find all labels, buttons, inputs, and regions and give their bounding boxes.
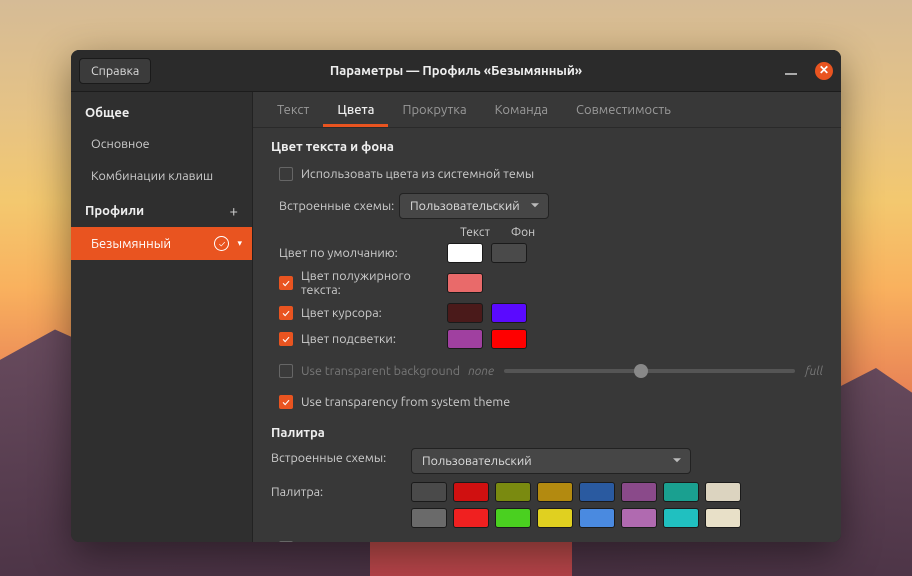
checkbox-system-transparency[interactable]: ✓ [279, 395, 293, 409]
palette-swatch-11[interactable] [537, 508, 573, 528]
tabs: Текст Цвета Прокрутка Команда Совместимо… [253, 92, 841, 128]
sidebar-item-shortcuts[interactable]: Комбинации клавиш [71, 160, 252, 192]
dropdown-builtin-scheme[interactable]: Пользовательский [399, 193, 549, 219]
section-text-bg: Цвет текста и фона [271, 140, 823, 154]
transparency-slider[interactable] [504, 369, 795, 373]
profile-menu-icon[interactable]: ▾ [237, 238, 242, 249]
palette-swatch-10[interactable] [495, 508, 531, 528]
label-palette-builtin: Встроенные схемы: [271, 448, 411, 465]
checkbox-use-system-colors[interactable] [279, 167, 293, 181]
palette-swatch-9[interactable] [453, 508, 489, 528]
palette-swatch-2[interactable] [495, 482, 531, 502]
sidebar-item-profile-unnamed[interactable]: Безымянный ✓ ▾ [71, 227, 252, 260]
col-header-bg: Фон [503, 226, 543, 239]
label-default-color: Цвет по умолчанию: [279, 246, 398, 260]
palette-swatch-4[interactable] [579, 482, 615, 502]
swatch-cursor-bg[interactable] [491, 303, 527, 323]
window-title: Параметры — Профиль «Безымянный» [330, 64, 582, 78]
tab-command[interactable]: Команда [481, 92, 562, 127]
palette-swatch-7[interactable] [705, 482, 741, 502]
palette-swatch-14[interactable] [663, 508, 699, 528]
swatch-default-bg[interactable] [491, 243, 527, 263]
checkbox-bold-bright[interactable] [279, 541, 293, 542]
titlebar: Справка Параметры — Профиль «Безымянный»… [71, 50, 841, 92]
label-bold-bright: Выделение жирного текста яркими цветами [301, 541, 561, 542]
palette-swatch-5[interactable] [621, 482, 657, 502]
main-panel: Текст Цвета Прокрутка Команда Совместимо… [253, 92, 841, 542]
label-system-transparency: Use transparency from system theme [301, 395, 510, 409]
dropdown-palette-scheme[interactable]: Пользовательский [411, 448, 691, 474]
label-bold-color: Цвет полужирного текста: [301, 269, 447, 297]
tab-colors[interactable]: Цвета [323, 92, 388, 127]
label-transparent-bg: Use transparent background [301, 364, 460, 378]
section-palette: Палитра [271, 426, 823, 440]
default-profile-icon[interactable]: ✓ [214, 236, 229, 251]
swatch-default-text[interactable] [447, 243, 483, 263]
palette-swatch-15[interactable] [705, 508, 741, 528]
checkbox-bold-color[interactable]: ✓ [279, 276, 293, 290]
sidebar-item-basic[interactable]: Основное [71, 128, 252, 160]
swatch-highlight-bg[interactable] [491, 329, 527, 349]
label-builtin-schemes: Встроенные схемы: [279, 199, 399, 213]
palette-swatch-12[interactable] [579, 508, 615, 528]
palette-swatch-6[interactable] [663, 482, 699, 502]
tab-content-colors: Цвет текста и фона Использовать цвета из… [253, 128, 841, 542]
checkbox-highlight-color[interactable]: ✓ [279, 332, 293, 346]
preferences-window: Справка Параметры — Профиль «Безымянный»… [71, 50, 841, 542]
slider-label-full: full [805, 365, 823, 378]
sidebar: Общее Основное Комбинации клавиш Профили… [71, 92, 253, 542]
label-cursor-color: Цвет курсора: [301, 306, 382, 320]
palette-swatch-8[interactable] [411, 508, 447, 528]
slider-label-none: none [468, 365, 494, 378]
add-profile-icon[interactable]: + [230, 202, 238, 219]
label-highlight-color: Цвет подсветки: [301, 332, 396, 346]
profile-name-label: Безымянный [91, 237, 171, 251]
palette-swatch-0[interactable] [411, 482, 447, 502]
swatch-bold-text[interactable] [447, 273, 483, 293]
profiles-label: Профили [85, 204, 144, 218]
swatch-cursor-text[interactable] [447, 303, 483, 323]
label-palette: Палитра: [271, 482, 411, 499]
sidebar-section-profiles: Профили + [71, 192, 252, 227]
label-use-system-colors: Использовать цвета из системной темы [301, 167, 534, 181]
tab-scroll[interactable]: Прокрутка [388, 92, 480, 127]
help-button[interactable]: Справка [79, 58, 151, 84]
sidebar-section-general: Общее [71, 96, 252, 128]
swatch-highlight-text[interactable] [447, 329, 483, 349]
col-header-text: Текст [455, 226, 495, 239]
checkbox-cursor-color[interactable]: ✓ [279, 306, 293, 320]
close-button[interactable]: ✕ [815, 62, 833, 80]
tab-text[interactable]: Текст [263, 92, 323, 127]
minimize-button[interactable] [785, 73, 797, 75]
palette-swatch-3[interactable] [537, 482, 573, 502]
palette-grid [411, 482, 751, 528]
palette-swatch-13[interactable] [621, 508, 657, 528]
tab-compat[interactable]: Совместимость [562, 92, 685, 127]
palette-swatch-1[interactable] [453, 482, 489, 502]
checkbox-transparent-bg[interactable] [279, 364, 293, 378]
